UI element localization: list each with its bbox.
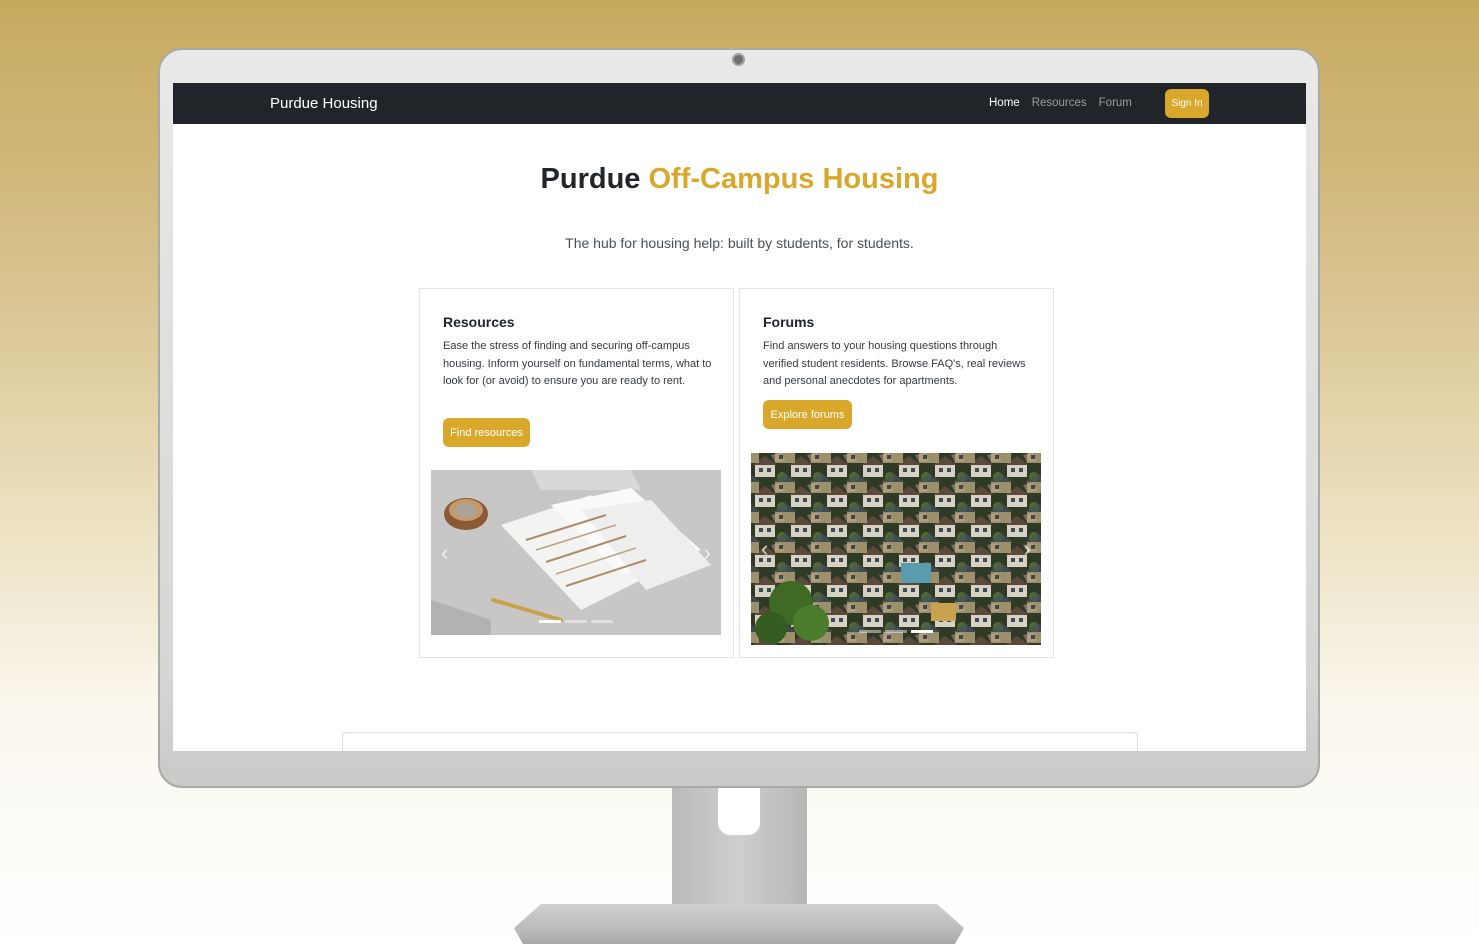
carousel-indicator[interactable] xyxy=(911,630,933,633)
title-accent: Off-Campus Housing xyxy=(648,163,939,195)
nav-links: Home Resources Forum xyxy=(989,97,1132,109)
chevron-right-icon[interactable]: › xyxy=(1024,538,1031,560)
navbar: Purdue Housing Home Resources Forum Sign… xyxy=(173,83,1306,124)
brand-link[interactable]: Purdue Housing xyxy=(270,95,378,112)
nav-home[interactable]: Home xyxy=(989,97,1020,109)
carousel-indicator[interactable] xyxy=(885,630,907,633)
sign-in-button[interactable]: Sign In xyxy=(1165,89,1209,118)
monitor-base xyxy=(514,904,964,944)
explore-forums-button[interactable]: Explore forums xyxy=(763,400,852,429)
carousel-indicator[interactable] xyxy=(591,620,613,623)
browser-viewport: Purdue Housing Home Resources Forum Sign… xyxy=(173,83,1306,751)
resources-carousel[interactable]: ‹ › xyxy=(431,470,721,635)
carousel-indicators xyxy=(751,630,1041,633)
title-plain: Purdue xyxy=(540,163,641,195)
carousel-indicator[interactable] xyxy=(539,620,561,623)
card-text: Find answers to your housing questions t… xyxy=(763,340,1026,387)
carousel-indicators xyxy=(431,620,721,623)
forums-card: Forums Find answers to your housing ques… xyxy=(739,288,1054,658)
carousel-indicator[interactable] xyxy=(859,630,881,633)
card-title: Forums xyxy=(763,314,815,330)
find-resources-button[interactable]: Find resources xyxy=(443,418,530,447)
carousel-indicator[interactable] xyxy=(565,620,587,623)
forums-carousel[interactable]: ‹ › xyxy=(751,453,1041,645)
nav-forum[interactable]: Forum xyxy=(1099,97,1132,109)
page-title: Purdue Off-Campus Housing xyxy=(173,163,1306,196)
stand-cable-hole xyxy=(718,788,760,835)
next-section-card xyxy=(342,732,1138,751)
aerial-houses-photo xyxy=(751,453,1041,645)
resources-card: Resources Ease the stress of finding and… xyxy=(419,288,734,658)
webcam-icon xyxy=(732,53,745,66)
documents-and-pen-photo xyxy=(431,470,721,635)
chevron-right-icon[interactable]: › xyxy=(704,541,711,564)
card-title: Resources xyxy=(443,314,515,330)
nav-resources[interactable]: Resources xyxy=(1032,97,1087,109)
card-text: Ease the stress of finding and securing … xyxy=(443,340,712,387)
chevron-left-icon[interactable]: ‹ xyxy=(761,538,768,560)
page-subtitle: The hub for housing help: built by stude… xyxy=(565,235,914,251)
chevron-left-icon[interactable]: ‹ xyxy=(441,541,448,564)
